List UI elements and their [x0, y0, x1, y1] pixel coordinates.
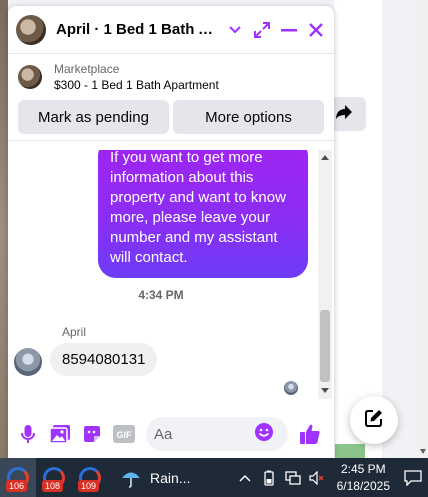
message-input-box[interactable]: [146, 417, 288, 451]
like-icon[interactable]: [298, 422, 322, 446]
background-panel: [334, 0, 382, 458]
scroll-up-arrow[interactable]: [321, 155, 329, 160]
chat-header: April · 1 Bed 1 Bath Ap...: [8, 6, 334, 54]
listing-source: Marketplace: [54, 62, 120, 76]
outgoing-message: If you want to get more information abou…: [98, 150, 308, 278]
composer: GIF: [8, 410, 334, 458]
chevron-down-icon[interactable]: [224, 19, 245, 41]
compose-icon: [364, 408, 384, 433]
scroll-down-arrow[interactable]: [321, 388, 329, 393]
timestamp: 4:34 PM: [138, 288, 184, 302]
incoming-message: 8594080131: [50, 343, 158, 376]
message-input[interactable]: [154, 425, 254, 443]
listing-name[interactable]: $300 - 1 Bed 1 Bath Apartment: [54, 78, 219, 92]
gif-icon[interactable]: GIF: [112, 422, 136, 446]
umbrella-icon: [118, 465, 144, 491]
more-options-button[interactable]: More options: [173, 100, 324, 134]
page-scrollbar[interactable]: [418, 0, 428, 458]
taskbar: 106 108 109 Rain... 2:45 PM 6/18/2025: [0, 458, 428, 497]
mark-as-pending-button[interactable]: Mark as pending: [18, 100, 169, 134]
volume-muted-icon[interactable]: [308, 469, 326, 487]
weather-widget[interactable]: Rain...: [118, 465, 190, 491]
clock-time: 2:45 PM: [340, 461, 386, 476]
chat-scrollbar[interactable]: [318, 150, 332, 399]
minimize-icon[interactable]: [278, 19, 299, 41]
emoji-icon[interactable]: [254, 422, 274, 447]
taskbar-clock[interactable]: 2:45 PM 6/18/2025: [337, 461, 390, 495]
microphone-icon[interactable]: [16, 422, 40, 446]
taskbar-badge: 106: [6, 480, 28, 492]
clock-date: 6/18/2025: [336, 478, 390, 493]
sticker-icon[interactable]: [80, 422, 104, 446]
system-tray: 2:45 PM 6/18/2025: [233, 458, 428, 497]
taskbar-app-3[interactable]: 109: [72, 458, 108, 497]
chat-title[interactable]: April · 1 Bed 1 Bath Ap...: [56, 21, 218, 38]
seen-indicator-avatar: [284, 381, 298, 395]
notifications-icon[interactable]: [398, 458, 428, 497]
photo-icon[interactable]: [48, 422, 72, 446]
background-thumbnail: [335, 444, 365, 458]
taskbar-app-2[interactable]: 108: [36, 458, 72, 497]
avatar[interactable]: [16, 14, 46, 45]
sender-name: April: [62, 325, 87, 339]
share-icon: [335, 104, 353, 125]
weather-label: Rain...: [150, 469, 191, 486]
message-list: If you want to get more information abou…: [8, 150, 334, 399]
scrollbar-thumb[interactable]: [320, 310, 330, 382]
listing-banner: Marketplace $300 - 1 Bed 1 Bath Apartmen…: [8, 54, 334, 141]
listing-thumbnail[interactable]: [18, 65, 42, 89]
chat-window: April · 1 Bed 1 Bath Ap... Marketplace $…: [8, 6, 334, 458]
taskbar-badge: 109: [78, 480, 100, 492]
expand-icon[interactable]: [251, 19, 272, 41]
gif-label: GIF: [117, 430, 133, 440]
taskbar-badge: 108: [42, 480, 64, 492]
new-message-button[interactable]: [350, 396, 398, 444]
taskbar-app-1[interactable]: 106: [0, 458, 36, 497]
battery-icon[interactable]: [260, 469, 278, 487]
chevron-up-icon[interactable]: [236, 469, 254, 487]
background-image-strip: [0, 0, 8, 458]
close-icon[interactable]: [305, 19, 326, 41]
sender-avatar[interactable]: [14, 348, 42, 376]
network-icon[interactable]: [284, 469, 302, 487]
